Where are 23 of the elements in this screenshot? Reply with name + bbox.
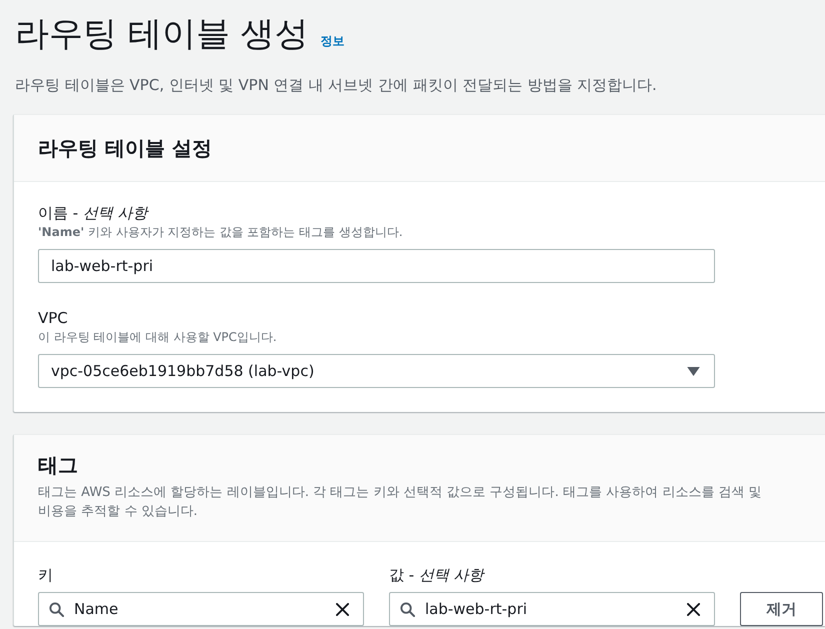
field-label: 이름 - 선택 사항 <box>38 203 148 224</box>
field-label: VPC <box>38 308 68 329</box>
value-field[interactable]: lab-web-rt-pri <box>389 592 715 626</box>
caret-icon <box>687 366 700 376</box>
field-hint: 이 라우팅 테이블에 대해 사용할 VPC입니다. <box>38 329 277 346</box>
vpc-select[interactable]: vpc-05ce6eb1919bb7d58 (lab-vpc) <box>38 354 715 388</box>
remove-button[interactable]: 제거 <box>740 592 823 626</box>
page-title: 라우팅 테이블 생성 <box>15 13 309 56</box>
info-link[interactable]: 정보 <box>320 33 345 50</box>
key-field[interactable]: Name <box>38 592 364 626</box>
name-input[interactable]: lab-web-rt-pri <box>38 249 715 283</box>
page-description: 라우팅 테이블은 VPC, 인터넷 및 VPN 연결 내 서브넷 간에 패킷이 전달되는 방법을 지정합니다. <box>14 75 658 96</box>
description-line: 비용을 추적할 수 있습니다. <box>38 503 199 521</box>
field-hint: 'Name' 키와 사용자가 지정하는 값을 포함하는 태그를 생성합니다. <box>38 224 403 241</box>
clear-icon[interactable] <box>336 602 349 616</box>
card-title: 라우팅 테이블 설정 <box>38 135 212 162</box>
column-label: 키 <box>38 565 53 586</box>
card-title: 태그 <box>38 452 79 479</box>
search-icon <box>400 602 415 616</box>
column-label: 값 - 선택 사항 <box>389 565 484 586</box>
clear-icon[interactable] <box>687 602 700 616</box>
search-icon <box>49 602 64 616</box>
description-line: 태그는 AWS 리소스에 할당하는 레이블입니다. 각 태그는 키와 선택적 값으로 구성됩니다. 태그를 사용하여 리소스를 검색 및 <box>38 484 763 502</box>
